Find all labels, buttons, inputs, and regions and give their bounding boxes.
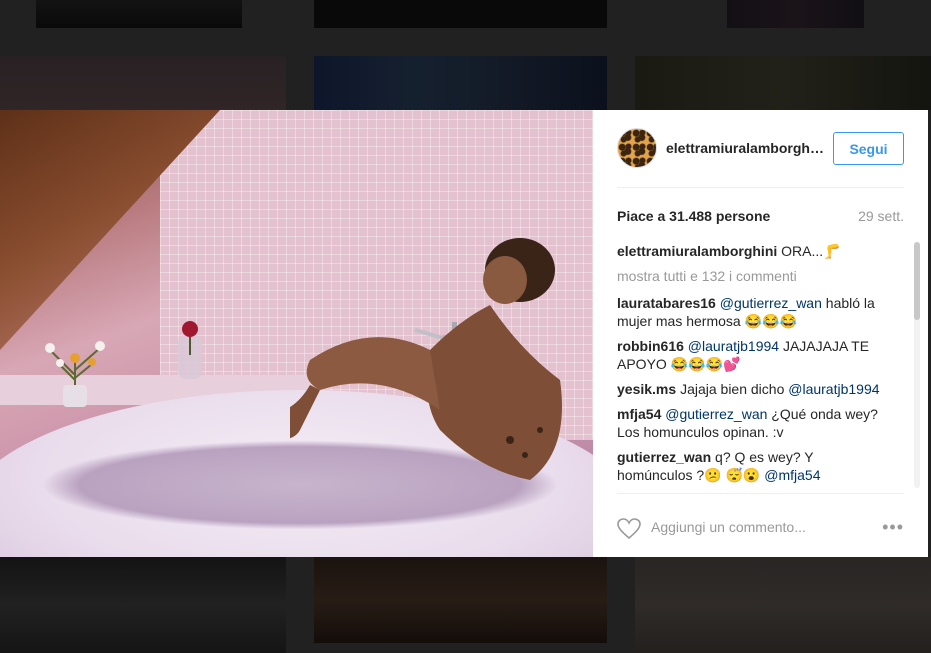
comment-mention[interactable]: @gutierrez_wan [720, 295, 822, 311]
comment-username[interactable]: mfja54 [617, 406, 661, 422]
list-item: gutierrez_wan q? Q es wey? Y homúnculos … [617, 448, 904, 484]
likes-row: Piace a 31.488 persone 29 sett. [617, 208, 904, 228]
follow-button[interactable]: Segui [833, 132, 904, 165]
list-item: lauratabares16 @gutierrez_wan habló la m… [617, 294, 904, 330]
photo-person [290, 238, 562, 480]
more-options-icon[interactable]: ••• [882, 518, 904, 536]
heart-icon[interactable] [617, 518, 641, 540]
list-item: yesik.ms Jajaja bien dicho @lauratjb1994 [617, 380, 904, 398]
post-details-panel: elettramiuralamborghini Segui Piace a 31… [593, 110, 928, 557]
comment-mention[interactable]: @mfja54 [764, 467, 820, 483]
comment-username[interactable]: lauratabares16 [617, 295, 716, 311]
comment-text: ORA...🦵 [781, 243, 841, 259]
photo-vase [178, 321, 202, 379]
likes-count[interactable]: Piace a 31.488 persone [617, 208, 770, 224]
post-photo[interactable] [0, 110, 593, 557]
comment-mention[interactable]: @lauratjb1994 [788, 381, 879, 397]
scrollbar-thumb[interactable] [914, 242, 920, 320]
post-date[interactable]: 29 sett. [858, 208, 904, 224]
post-header: elettramiuralamborghini Segui [617, 126, 904, 188]
comment-text: Jajaja bien dicho [680, 381, 785, 397]
photo-flowers [45, 341, 105, 407]
comment-username[interactable]: elettramiuralamborghini [617, 243, 777, 259]
avatar[interactable] [617, 128, 657, 168]
comments-scrollbar[interactable] [914, 242, 920, 488]
show-all-comments-link[interactable]: mostra tutti e 132 i commenti [617, 267, 904, 285]
comment-username[interactable]: gutierrez_wan [617, 449, 711, 465]
comment-username[interactable]: yesik.ms [617, 381, 676, 397]
comment-mention[interactable]: @lauratjb1994 [688, 338, 779, 354]
list-item: robbin616 @lauratjb1994 JAJAJAJA TE APOY… [617, 337, 904, 373]
comments-list: elettramiuralamborghini ORA...🦵 mostra t… [617, 242, 904, 488]
comment-username[interactable]: robbin616 [617, 338, 684, 354]
list-item: mfja54 @gutierrez_wan ¿Qué onda wey? Los… [617, 405, 904, 441]
post-username[interactable]: elettramiuralamborghini [666, 140, 826, 156]
comment-footer: ••• [617, 493, 904, 557]
caption-comment: elettramiuralamborghini ORA...🦵 [617, 242, 904, 260]
comment-mention[interactable]: @gutierrez_wan [665, 406, 767, 422]
add-comment-input[interactable] [651, 514, 871, 540]
